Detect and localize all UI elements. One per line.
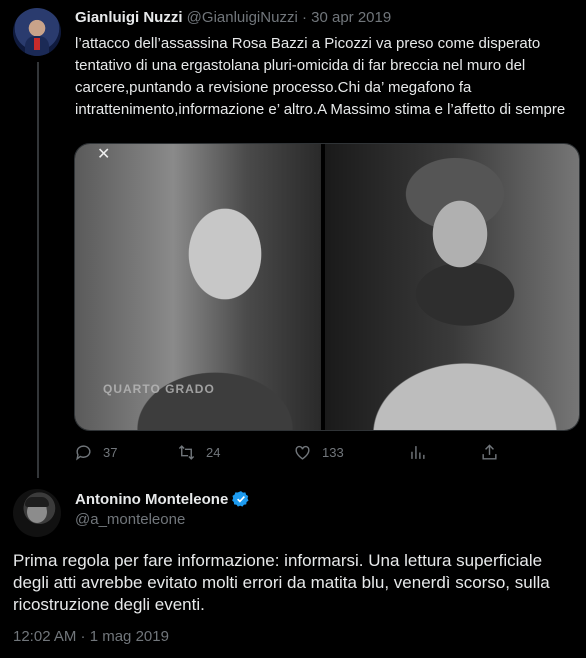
thread-connector-line	[37, 62, 39, 478]
media-watermark: QUARTO GRADO	[103, 382, 215, 396]
retweet-icon	[178, 445, 195, 460]
verified-badge-icon[interactable]	[232, 490, 250, 508]
like-count: 133	[322, 445, 344, 460]
tweet-timestamp[interactable]: 12:02 AM · 1 mag 2019	[13, 628, 169, 645]
author-name[interactable]: Antonino Monteleone	[75, 491, 228, 508]
meta-separator: ·	[301, 9, 307, 26]
tweet-actions: 37 24 133	[74, 443, 514, 465]
author-handle[interactable]: @a_monteleone	[75, 511, 250, 528]
retweet-button[interactable]: 24	[177, 443, 220, 462]
tweet-date[interactable]: 30 apr 2019	[311, 9, 391, 26]
views-icon	[411, 446, 425, 459]
retweet-count: 24	[206, 445, 221, 460]
like-button[interactable]: 133	[293, 443, 344, 462]
reply-count: 37	[103, 445, 118, 460]
share-button[interactable]	[480, 443, 499, 462]
like-icon	[295, 445, 310, 460]
author-name-row: Antonino Monteleone	[75, 490, 250, 508]
share-icon	[482, 444, 497, 460]
close-icon: ✕	[97, 146, 111, 163]
quoted-tweet-text: l’attacco dell’assassina Rosa Bazzi a Pi…	[75, 35, 566, 118]
reply-icon	[76, 445, 91, 461]
avatar-tie	[34, 38, 40, 50]
main-tweet-header: Antonino Monteleone @a_monteleone	[75, 490, 250, 528]
reply-button[interactable]: 37	[74, 443, 117, 462]
tweet-media[interactable]: ✕ QUARTO GRADO	[74, 143, 580, 431]
avatar-hair	[25, 497, 49, 507]
avatar-antonino-monteleone[interactable]	[13, 489, 61, 537]
author-name[interactable]: Gianluigi Nuzzi	[75, 9, 183, 26]
author-handle[interactable]: @GianluigiNuzzi	[187, 9, 298, 26]
views-button[interactable]	[408, 443, 427, 462]
photo-woman[interactable]	[325, 144, 579, 430]
main-tweet-text: Prima regola per fare informazione: info…	[13, 551, 550, 614]
avatar-gianluigi-nuzzi[interactable]	[13, 8, 61, 56]
quoted-tweet-header: Gianluigi Nuzzi @GianluigiNuzzi · 30 apr…	[75, 9, 391, 26]
